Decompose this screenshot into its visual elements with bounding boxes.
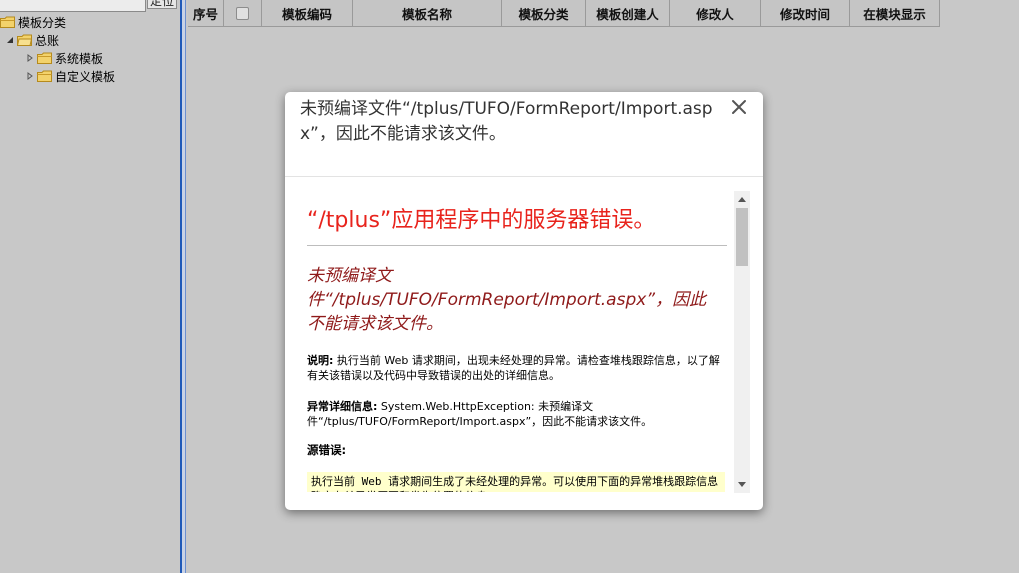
template-grid-header: 序号 模板编码 模板名称 模板分类 模板创建人 修改人 修改时间 在模块显示 (188, 0, 940, 27)
open-folder-icon (17, 34, 32, 46)
tree-node-label: 总账 (35, 33, 60, 48)
tree-node-custom-templates[interactable]: 自定义模板 (25, 67, 115, 85)
scrollbar-thumb[interactable] (736, 208, 748, 266)
tree-node-label: 系统模板 (55, 51, 104, 66)
column-header-select-all[interactable] (224, 0, 262, 26)
error-page-content: “/tplus”应用程序中的服务器错误。 未预编译文件“/tplus/TUFO/… (307, 192, 737, 492)
tree-node-general-ledger[interactable]: 总账 (5, 31, 59, 49)
tree-node-template-category[interactable]: 模板分类 (0, 13, 66, 31)
tree-search-input[interactable] (0, 0, 146, 12)
column-header-index[interactable]: 序号 (188, 0, 224, 26)
expanded-triangle-icon[interactable] (5, 35, 15, 45)
scroll-up-arrow-icon[interactable] (738, 197, 746, 202)
collapsed-triangle-icon[interactable] (25, 53, 35, 63)
close-icon[interactable] (730, 98, 748, 116)
source-error-label: 源错误: (307, 443, 347, 457)
select-all-checkbox[interactable] (236, 6, 249, 20)
tree-node-label: 模板分类 (18, 15, 67, 30)
column-header-creator[interactable]: 模板创建人 (586, 0, 670, 26)
collapsed-triangle-icon[interactable] (25, 71, 35, 81)
scroll-down-arrow-icon[interactable] (738, 482, 746, 487)
exception-label: 异常详细信息: (307, 400, 378, 413)
column-header-show-in-module[interactable]: 在模块显示 (850, 0, 940, 26)
column-header-template-name[interactable]: 模板名称 (353, 0, 502, 26)
dialog-scrollbar[interactable] (734, 191, 750, 493)
exception-details: 异常详细信息: System.Web.HttpException: 未预编译文件… (307, 399, 721, 429)
tree-node-label: 自定义模板 (55, 69, 116, 84)
server-error-heading: “/tplus”应用程序中的服务器错误。 (307, 206, 727, 246)
column-header-template-category[interactable]: 模板分类 (502, 0, 586, 26)
error-description: 说明: 执行当前 Web 请求期间，出现未经处理的异常。请检查堆栈跟踪信息，以了… (307, 353, 721, 383)
column-header-modifier[interactable]: 修改人 (670, 0, 761, 26)
dialog-header: 未预编译文件“/tplus/TUFO/FormReport/Import.asp… (285, 92, 763, 177)
description-label: 说明: (307, 354, 334, 367)
locate-button[interactable]: 定位 (147, 0, 177, 9)
folder-icon (0, 16, 15, 28)
column-header-modified-time[interactable]: 修改时间 (761, 0, 850, 26)
column-header-template-code[interactable]: 模板编码 (262, 0, 353, 26)
description-text: 执行当前 Web 请求期间，出现未经处理的异常。请检查堆栈跟踪信息，以了解有关该… (307, 354, 720, 382)
dialog-title: 未预编译文件“/tplus/TUFO/FormReport/Import.asp… (300, 99, 713, 144)
template-tree-panel: 定位 模板分类 总账 系统模板 自定义模板 (0, 0, 180, 573)
tree-node-system-templates[interactable]: 系统模板 (25, 49, 103, 67)
folder-icon (37, 52, 52, 64)
panel-splitter[interactable] (180, 0, 186, 573)
source-error-code: 执行当前 Web 请求期间生成了未经处理的异常。可以使用下面的异常堆栈跟踪信息确… (307, 472, 725, 492)
error-message: 未预编译文件“/tplus/TUFO/FormReport/Import.asp… (307, 266, 707, 334)
folder-icon (37, 70, 52, 82)
